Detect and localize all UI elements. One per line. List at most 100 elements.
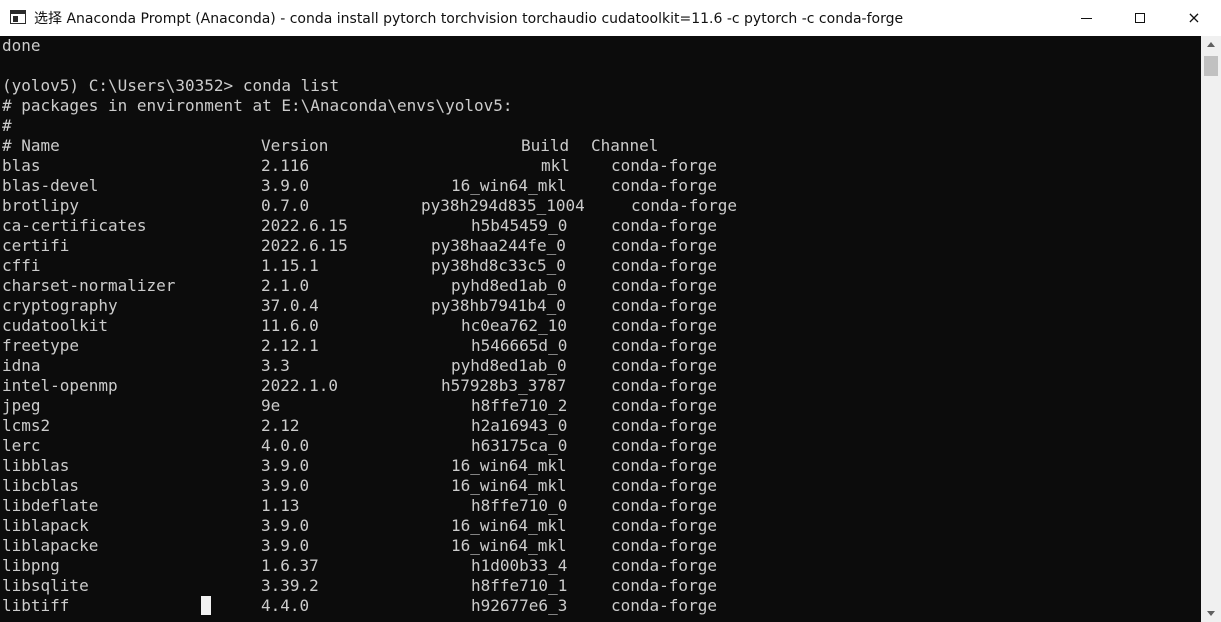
package-row: libpng 1.6.37 h1d00b33_4 conda-forge <box>2 556 1192 576</box>
package-build: mkl <box>541 156 570 175</box>
scrollbar-thumb[interactable] <box>1204 56 1218 76</box>
package-build: h92677e6_3 <box>471 596 568 615</box>
package-name: brotlipy <box>2 196 80 215</box>
package-row: cudatoolkit 11.6.0 hc0ea762_10 conda-forge <box>2 316 1192 336</box>
console-app-icon[interactable] <box>10 10 26 24</box>
package-version: 2.1.0 <box>261 276 310 295</box>
package-row: freetype 2.12.1 h546665d_0 conda-forge <box>2 336 1192 356</box>
package-name: cryptography <box>2 296 118 315</box>
package-version: 11.6.0 <box>261 316 319 335</box>
column-header-name: # Name <box>2 136 60 155</box>
package-row: blas 2.116 mkl conda-forge <box>2 156 1192 176</box>
vertical-scrollbar[interactable] <box>1201 36 1221 622</box>
package-row: libdeflate 1.13 h8ffe710_0 conda-forge <box>2 496 1192 516</box>
package-channel: conda-forge <box>611 376 717 395</box>
package-name: libpng <box>2 556 60 575</box>
package-row: liblapacke 3.9.0 16_win64_mkl conda-forge <box>2 536 1192 556</box>
package-row: brotlipy 0.7.0 py38h294d835_1004 conda-forg… <box>2 196 1192 216</box>
package-row: ca-certificates 2022.6.15 h5b45459_0 conda-… <box>2 216 1192 236</box>
package-channel: conda-forge <box>611 396 717 415</box>
console-line: # packages in environment at E:\Anaconda… <box>2 96 513 115</box>
package-build: pyhd8ed1ab_0 <box>451 356 567 375</box>
package-version: 4.0.0 <box>261 436 310 455</box>
column-header-row: # Name Version Build Channel <box>2 136 1192 156</box>
package-version: 3.39.2 <box>261 576 319 595</box>
text-cursor <box>201 596 211 615</box>
console-line: done <box>2 36 41 55</box>
package-channel: conda-forge <box>611 556 717 575</box>
package-build: 16_win64_mkl <box>451 476 567 495</box>
package-name: certifi <box>2 236 70 255</box>
package-build: 16_win64_mkl <box>451 536 567 555</box>
package-version: 4.4.0 <box>261 596 310 615</box>
scroll-down-button[interactable] <box>1201 605 1221 622</box>
package-channel: conda-forge <box>611 356 717 375</box>
package-name: charset-normalizer <box>2 276 176 295</box>
package-row: charset-normalizer 2.1.0 pyhd8ed1ab_0 conda… <box>2 276 1192 296</box>
package-version: 2022.1.0 <box>261 376 339 395</box>
package-name: blas-devel <box>2 176 99 195</box>
package-row: liblapack 3.9.0 16_win64_mkl conda-forge <box>2 516 1192 536</box>
package-name: blas <box>2 156 41 175</box>
package-build: h546665d_0 <box>471 336 568 355</box>
package-channel: conda-forge <box>611 416 717 435</box>
package-channel: conda-forge <box>631 196 737 215</box>
package-channel: conda-forge <box>611 516 717 535</box>
package-channel: conda-forge <box>611 236 717 255</box>
package-row: lcms2 2.12 h2a16943_0 conda-forge <box>2 416 1192 436</box>
package-channel: conda-forge <box>611 596 717 615</box>
maximize-button[interactable] <box>1112 0 1168 36</box>
package-row: libcblas 3.9.0 16_win64_mkl conda-forge <box>2 476 1192 496</box>
title-bar[interactable]: 选择 Anaconda Prompt (Anaconda) - conda in… <box>0 0 1221 36</box>
package-name: jpeg <box>2 396 41 415</box>
package-name: libblas <box>2 456 70 475</box>
package-build: 16_win64_mkl <box>451 516 567 535</box>
package-name: freetype <box>2 336 80 355</box>
package-row: cffi 1.15.1 py38hd8c33c5_0 conda-forge <box>2 256 1192 276</box>
package-build: h8ffe710_1 <box>471 576 568 595</box>
package-version: 37.0.4 <box>261 296 319 315</box>
console-output[interactable]: done (yolov5) C:\Users\30352> conda list… <box>0 36 1201 622</box>
package-name: libsqlite <box>2 576 89 595</box>
package-version: 0.7.0 <box>261 196 310 215</box>
package-row: certifi 2022.6.15 py38haa244fe_0 conda-forg… <box>2 236 1192 256</box>
package-build: 16_win64_mkl <box>451 456 567 475</box>
package-channel: conda-forge <box>611 296 717 315</box>
package-build: h5b45459_0 <box>471 216 568 235</box>
package-version: 3.9.0 <box>261 476 310 495</box>
package-version: 3.9.0 <box>261 516 310 535</box>
arrow-down-icon <box>1207 611 1215 616</box>
package-name: idna <box>2 356 41 375</box>
window-title: 选择 Anaconda Prompt (Anaconda) - conda in… <box>34 11 904 27</box>
package-row: blas-devel 3.9.0 16_win64_mkl conda-forge <box>2 176 1192 196</box>
arrow-up-icon <box>1207 42 1215 47</box>
close-icon: × <box>1187 8 1201 27</box>
package-build: h1d00b33_4 <box>471 556 568 575</box>
package-channel: conda-forge <box>611 156 717 175</box>
package-row: intel-openmp 2022.1.0 h57928b3_3787 conda-f… <box>2 376 1192 396</box>
package-name: libcblas <box>2 476 80 495</box>
package-name: lcms2 <box>2 416 51 435</box>
column-header-channel: Channel <box>591 136 659 155</box>
package-version: 2.12.1 <box>261 336 319 355</box>
prompt-command-line: (yolov5) C:\Users\30352> conda list <box>2 76 340 95</box>
package-build: py38hd8c33c5_0 <box>431 256 566 275</box>
scroll-up-button[interactable] <box>1201 36 1221 53</box>
package-name: libdeflate <box>2 496 99 515</box>
package-row: idna 3.3 pyhd8ed1ab_0 conda-forge <box>2 356 1192 376</box>
package-channel: conda-forge <box>611 176 717 195</box>
package-channel: conda-forge <box>611 476 717 495</box>
package-build: h2a16943_0 <box>471 416 568 435</box>
close-button[interactable]: × <box>1166 0 1221 36</box>
package-row: libblas 3.9.0 16_win64_mkl conda-forge <box>2 456 1192 476</box>
package-name: liblapack <box>2 516 89 535</box>
package-version: 2.116 <box>261 156 310 175</box>
minimize-button[interactable] <box>1058 0 1114 36</box>
package-version: 2.12 <box>261 416 300 435</box>
package-version: 2022.6.15 <box>261 236 348 255</box>
package-name: cffi <box>2 256 41 275</box>
package-build: hc0ea762_10 <box>461 316 567 335</box>
package-channel: conda-forge <box>611 216 717 235</box>
package-row: libtiff 4.4.0 h92677e6_3 conda-forge <box>2 596 1192 616</box>
package-version: 1.13 <box>261 496 300 515</box>
